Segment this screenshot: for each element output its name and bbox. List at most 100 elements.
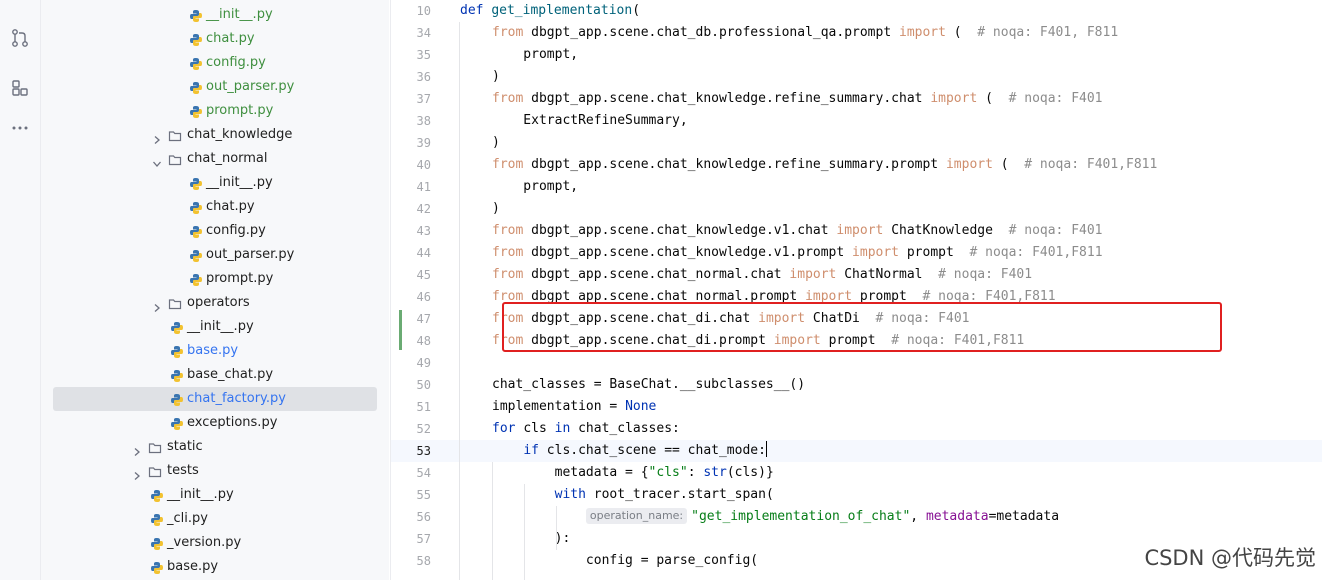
vcs-added-marker[interactable]: [399, 310, 402, 350]
tree-file[interactable]: config.py: [41, 219, 381, 243]
code-line[interactable]: from dbgpt_app.scene.chat_knowledge.refi…: [492, 154, 1157, 176]
project-tree: __init__.py chat.py config.py out_parser.py…: [41, 0, 389, 580]
code-line[interactable]: for cls in chat_classes:: [492, 418, 680, 440]
tree-file[interactable]: config.py: [41, 51, 381, 75]
code-line[interactable]: implementation = None: [492, 396, 656, 418]
tree-file[interactable]: __init__.py: [41, 315, 381, 339]
code-line[interactable]: from dbgpt_app.scene.chat_normal.chat im…: [492, 264, 1032, 286]
pull-requests-icon[interactable]: [10, 28, 30, 48]
structure-icon[interactable]: [10, 78, 30, 98]
tree-file[interactable]: chat.py: [41, 195, 381, 219]
code-token: str: [703, 465, 727, 480]
tree-file[interactable]: prompt.py: [41, 99, 381, 123]
code-line[interactable]: if cls.chat_scene == chat_mode:: [492, 440, 767, 462]
tree-folder[interactable]: tests: [41, 459, 381, 483]
code-token: # noqa: F401,F811: [922, 289, 1056, 304]
code-line[interactable]: prompt,: [492, 176, 578, 198]
code-token: dbgpt_app.scene.chat_knowledge.refine_su…: [531, 91, 931, 106]
python-file-icon: [170, 416, 184, 430]
code-token: "get_implementation_of_chat": [691, 509, 911, 524]
code-token: implementation =: [492, 399, 626, 414]
code-token: ,: [910, 509, 926, 524]
code-line[interactable]: with root_tracer.start_span(: [492, 484, 774, 506]
tree-file[interactable]: chat_factory.py: [41, 387, 381, 411]
python-file-icon: [150, 536, 164, 550]
line-number: 50: [416, 378, 431, 392]
tree-item-label: chat_knowledge: [187, 127, 293, 142]
code-token: # noqa: F401: [1008, 223, 1103, 238]
code-line[interactable]: metadata = {"cls": str(cls)}: [492, 462, 774, 484]
python-file-icon: [189, 8, 203, 22]
tree-file[interactable]: __init__.py: [41, 483, 381, 507]
line-number: 57: [416, 532, 431, 546]
indent-guide: [492, 462, 493, 580]
folder-icon: [168, 152, 182, 166]
tree-folder[interactable]: operators: [41, 291, 381, 315]
code-token: "cls": [648, 465, 688, 480]
python-file-icon: [170, 344, 184, 358]
code-line[interactable]: prompt,: [492, 44, 578, 66]
chevron-right-icon[interactable]: [132, 442, 142, 456]
code-line[interactable]: from dbgpt_app.scene.chat_knowledge.refi…: [492, 88, 1103, 110]
tree-file[interactable]: __init__.py: [41, 3, 381, 27]
code-editor[interactable]: 10 def get_implementation(34 from dbgpt_ap…: [390, 0, 1322, 580]
tree-file[interactable]: out_parser.py: [41, 243, 381, 267]
tree-folder[interactable]: static: [41, 435, 381, 459]
code-line[interactable]: from dbgpt_app.scene.chat_di.prompt impo…: [492, 330, 1024, 352]
code-line[interactable]: from dbgpt_app.scene.chat_normal.prompt …: [492, 286, 1056, 308]
code-line[interactable]: from dbgpt_app.scene.chat_knowledge.v1.p…: [492, 242, 1103, 264]
tree-file[interactable]: base.py: [41, 555, 381, 579]
code-token: (: [632, 3, 641, 18]
code-line[interactable]: ExtractRefineSummary,: [492, 110, 688, 132]
code-line[interactable]: ):: [492, 528, 571, 550]
python-file-icon: [189, 32, 203, 46]
python-file-icon: [189, 80, 203, 94]
code-line[interactable]: chat_classes = BaseChat.__subclasses__(): [492, 374, 805, 396]
chevron-right-icon[interactable]: [152, 130, 162, 144]
code-line[interactable]: config = parse_config(: [492, 550, 758, 572]
tree-file[interactable]: exceptions.py: [41, 411, 381, 435]
tree-item-label: base.py: [167, 559, 219, 574]
tree-file[interactable]: __init__.py: [41, 171, 381, 195]
chevron-down-icon[interactable]: [152, 154, 162, 167]
code-line[interactable]: from dbgpt_app.scene.chat_knowledge.v1.c…: [492, 220, 1103, 242]
tree-item-label: out_parser.py: [206, 79, 295, 94]
code-token: chat_classes:: [578, 421, 680, 436]
code-line[interactable]: ): [492, 132, 500, 154]
code-token: dbgpt_app.scene.chat_di.chat: [531, 311, 759, 326]
code-token: prompt,: [492, 47, 579, 62]
tree-file[interactable]: chat.py: [41, 27, 381, 51]
line-number: 54: [416, 466, 431, 480]
code-token: import: [789, 267, 845, 282]
code-token: import: [836, 223, 892, 238]
code-token: for: [492, 421, 524, 436]
code-token: ): [492, 135, 500, 150]
tree-file[interactable]: out_parser.py: [41, 75, 381, 99]
chevron-right-icon[interactable]: [132, 466, 142, 480]
more-icon[interactable]: [10, 118, 30, 138]
code-line[interactable]: def get_implementation(: [460, 0, 640, 22]
chevron-right-icon[interactable]: [152, 298, 162, 312]
tree-item-label: chat.py: [206, 31, 255, 46]
code-token: cls.chat_scene == chat_mode:: [546, 443, 766, 458]
code-line[interactable]: operation_name: "get_implementation_of_ch…: [492, 506, 1059, 528]
code-token: # noqa: F401: [875, 311, 970, 326]
line-number: 38: [416, 114, 431, 128]
code-line[interactable]: ): [492, 66, 500, 88]
line-number: 55: [416, 488, 431, 502]
code-token: import: [805, 289, 860, 304]
tree-file[interactable]: base.py: [41, 339, 381, 363]
code-token: ExtractRefineSummary,: [492, 113, 688, 128]
code-line[interactable]: from dbgpt_app.scene.chat_di.chat import…: [492, 308, 969, 330]
python-file-icon: [150, 488, 164, 502]
code-line[interactable]: ): [492, 198, 500, 220]
tree-file[interactable]: prompt.py: [41, 267, 381, 291]
tree-file[interactable]: _cli.py: [41, 507, 381, 531]
tree-file[interactable]: base_chat.py: [41, 363, 381, 387]
tree-folder[interactable]: chat_knowledge: [41, 123, 381, 147]
tree-file[interactable]: _version.py: [41, 531, 381, 555]
line-number: 36: [416, 70, 431, 84]
code-line[interactable]: from dbgpt_app.scene.chat_db.professiona…: [492, 22, 1118, 44]
tree-folder[interactable]: chat_normal: [41, 147, 381, 171]
